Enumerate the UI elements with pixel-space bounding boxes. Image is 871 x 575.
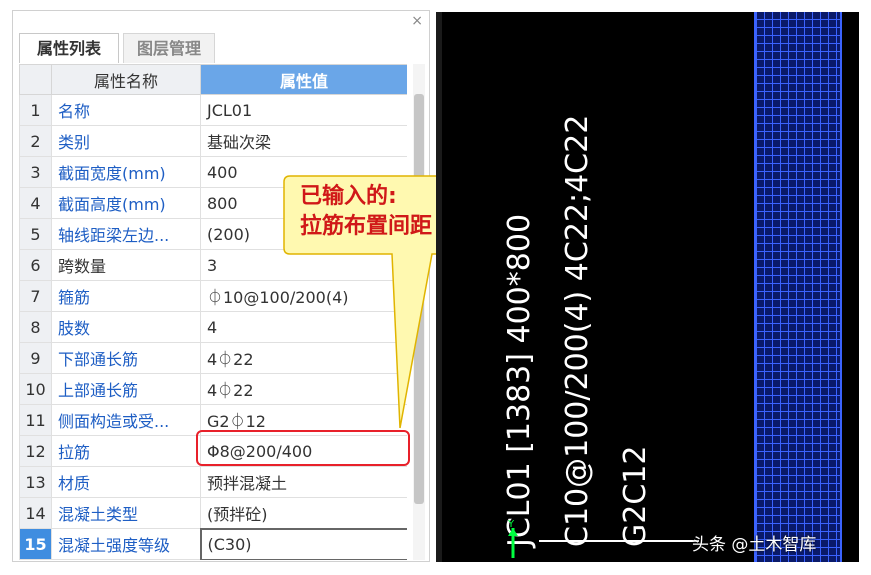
watermark: 头条 @土木智库: [692, 535, 817, 555]
beam-label-line-3: G2C12: [618, 445, 653, 547]
row-number: 1: [19, 94, 52, 126]
close-icon[interactable]: ×: [411, 13, 423, 29]
property-value-cell[interactable]: (C30): [199, 527, 407, 560]
property-grid: 属性名称 属性值 1 名称 JCL01 2 类别 基础次梁 3 截面宽度(mm) 400 4 截面高…: [19, 64, 407, 560]
row-number: 13: [19, 466, 52, 498]
property-value-cell[interactable]: 预拌混凝土: [200, 466, 407, 498]
property-name-cell: 名称: [51, 94, 201, 126]
row-number: 8: [19, 311, 52, 343]
property-row[interactable]: 7 箍筋 ⏀10@100/200(4): [19, 280, 407, 312]
row-number: 11: [19, 404, 52, 436]
row-number: 6: [19, 249, 52, 281]
property-row[interactable]: 1 名称 JCL01: [19, 94, 407, 126]
row-number: 4: [19, 187, 52, 219]
property-value-cell[interactable]: JCL01: [200, 94, 407, 126]
property-name-cell: 拉筋: [51, 435, 201, 467]
row-number: 3: [19, 156, 52, 188]
property-name-cell: 肢数: [51, 311, 201, 343]
property-name-cell: 材质: [51, 466, 201, 498]
property-row[interactable]: 6 跨数量 3: [19, 249, 407, 281]
property-row[interactable]: 10 上部通长筋 4⏀22: [19, 373, 407, 405]
property-name-cell: 类别: [51, 125, 201, 157]
canvas-edge: [436, 12, 442, 562]
property-name-cell: 轴线距梁左边...: [51, 218, 201, 250]
property-name-cell: 截面高度(mm): [51, 187, 201, 219]
scrollbar-thumb[interactable]: [414, 94, 424, 504]
property-value-cell[interactable]: (预拌砼): [200, 497, 407, 529]
column-header-property-value[interactable]: 属性值: [200, 64, 407, 95]
property-value-cell[interactable]: 4⏀22: [200, 342, 407, 374]
property-name-cell: 混凝土类型: [51, 497, 201, 529]
column-header-number: [19, 64, 52, 95]
tab-property-list[interactable]: 属性列表: [19, 33, 119, 63]
beam-line: [539, 540, 699, 542]
property-name-cell: 上部通长筋: [51, 373, 201, 405]
axis-y-label: Y: [507, 519, 515, 530]
property-name-cell: 侧面构造或受...: [51, 404, 201, 436]
beam-label-line-1: JCL01 [1383] 400*800: [502, 213, 537, 547]
property-value-cell[interactable]: 基础次梁: [200, 125, 407, 157]
property-row[interactable]: 2 类别 基础次梁: [19, 125, 407, 157]
row-number: 14: [19, 497, 52, 529]
property-row[interactable]: 14 混凝土类型 (预拌砼): [19, 497, 407, 529]
property-name-cell: 截面宽度(mm): [51, 156, 201, 188]
property-row[interactable]: 13 材质 预拌混凝土: [19, 466, 407, 498]
tie-bar-highlight-box: [196, 430, 410, 466]
column-header-property-name[interactable]: 属性名称: [51, 64, 201, 95]
beam-label-line-2: C10@100/200(4) 4C22;4C22: [560, 114, 595, 547]
axis-y-icon: Y: [507, 519, 518, 558]
tab-layer-management[interactable]: 图层管理: [123, 33, 215, 63]
vertical-scrollbar[interactable]: [413, 64, 425, 560]
row-number: 2: [19, 125, 52, 157]
property-row[interactable]: 8 肢数 4: [19, 311, 407, 343]
property-value-cell[interactable]: 3: [200, 249, 407, 281]
row-number: 15: [19, 528, 52, 560]
property-value-cell[interactable]: 4⏀22: [200, 373, 407, 405]
row-number: 7: [19, 280, 52, 312]
property-name-cell: 混凝土强度等级: [51, 528, 201, 560]
property-panel: × 属性列表 图层管理 属性名称 属性值 1 名称 JCL01 2 类别 基础次梁 3 截面宽…: [12, 10, 430, 562]
property-name-cell: 箍筋: [51, 280, 201, 312]
grid-region: [754, 12, 842, 562]
cad-canvas[interactable]: JCL01 [1383] 400*800 C10@100/200(4) 4C22…: [436, 12, 859, 562]
property-value-cell[interactable]: 4: [200, 311, 407, 343]
row-number: 12: [19, 435, 52, 467]
row-number: 10: [19, 373, 52, 405]
property-row[interactable]: 15 混凝土强度等级 (C30): [19, 527, 407, 560]
property-value-cell[interactable]: ⏀10@100/200(4): [200, 280, 407, 312]
property-row[interactable]: 9 下部通长筋 4⏀22: [19, 342, 407, 374]
property-name-cell: 跨数量: [51, 249, 201, 281]
property-name-cell: 下部通长筋: [51, 342, 201, 374]
row-number: 9: [19, 342, 52, 374]
row-number: 5: [19, 218, 52, 250]
